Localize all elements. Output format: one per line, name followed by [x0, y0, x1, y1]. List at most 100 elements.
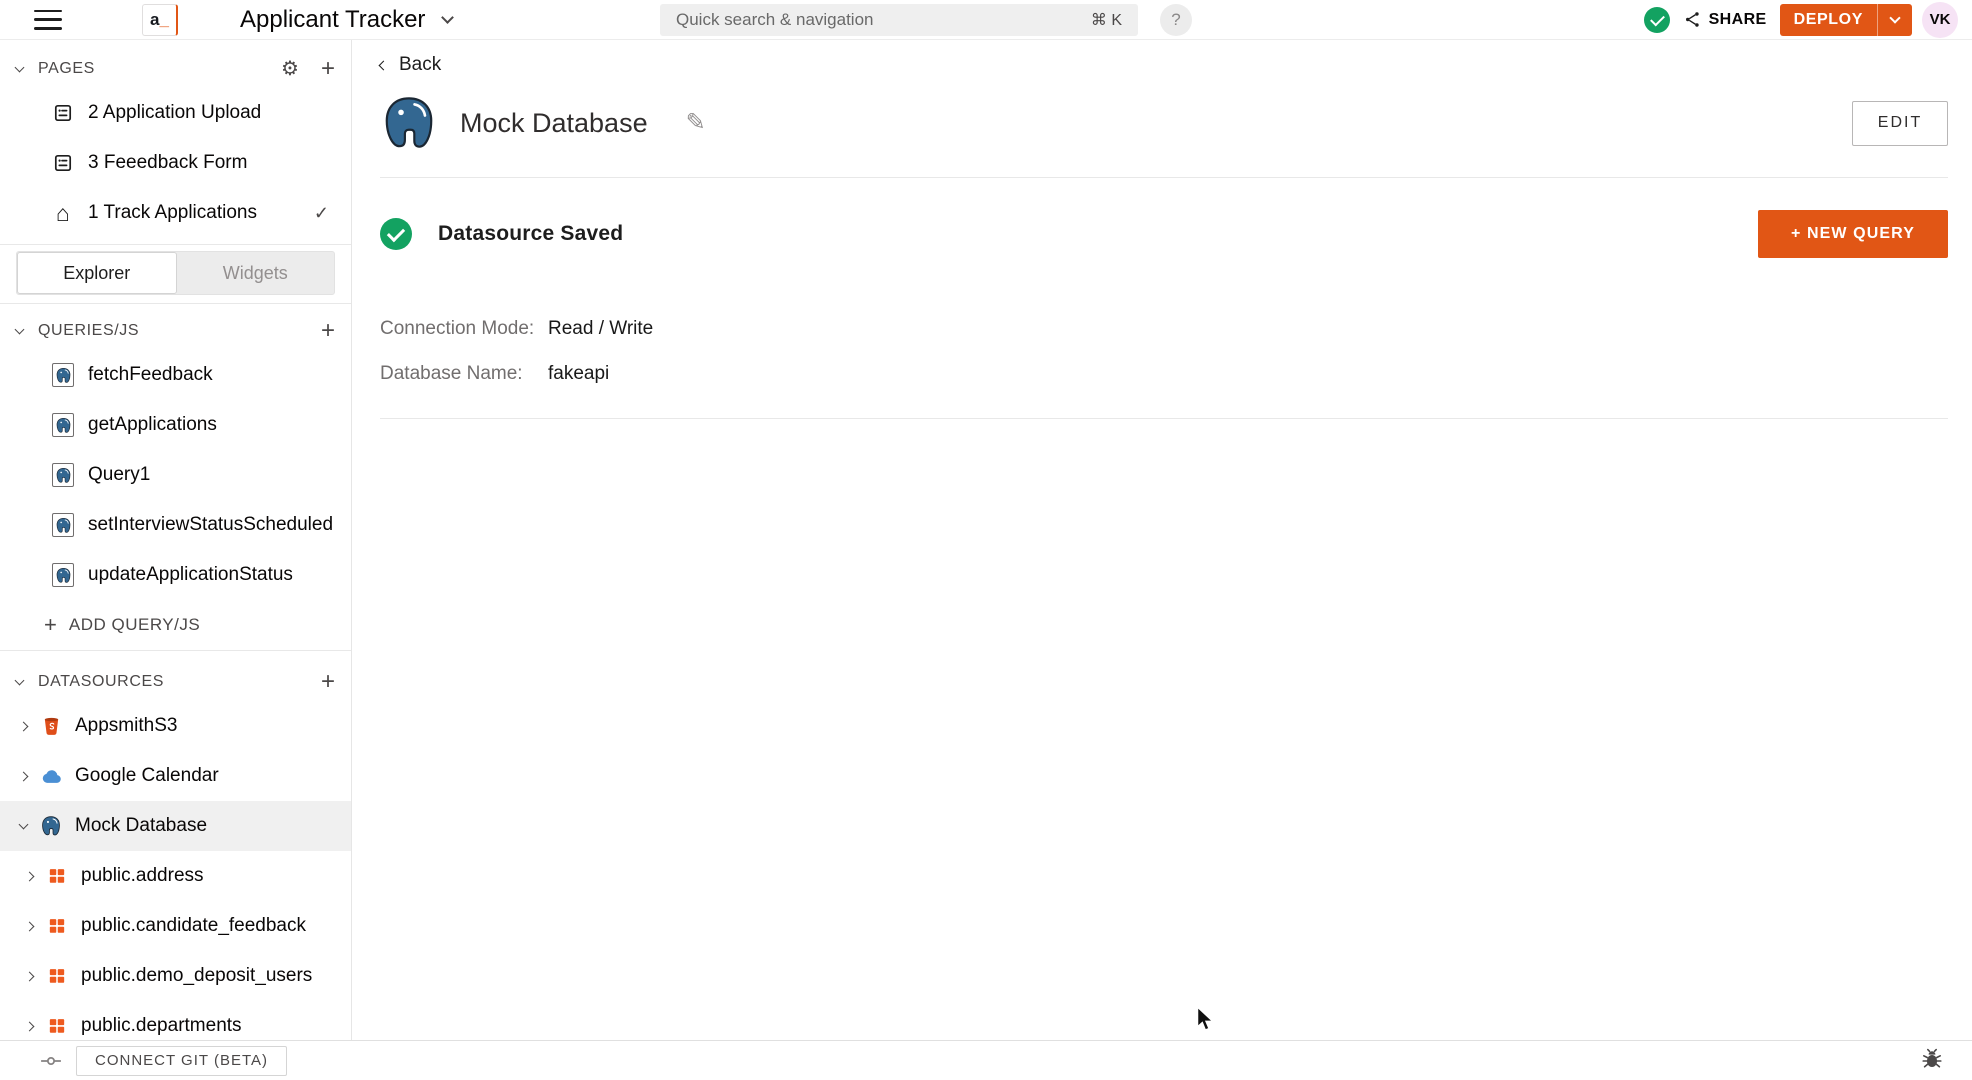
- query-item-Query1[interactable]: Query1: [0, 450, 351, 500]
- page-item-feedback-form[interactable]: 3 Feeedback Form: [0, 138, 351, 188]
- query-item-setInterviewStatusScheduled[interactable]: setInterviewStatusScheduled: [0, 500, 351, 550]
- debug-bug-icon[interactable]: [1920, 1047, 1944, 1074]
- status-row: Datasource Saved + NEW QUERY: [380, 210, 1948, 258]
- pages-settings-icon[interactable]: ⚙: [281, 59, 299, 79]
- queries-section-header[interactable]: QUERIES/JS +: [0, 312, 351, 350]
- chevron-right-icon[interactable]: [24, 971, 35, 981]
- user-avatar[interactable]: VK: [1922, 1, 1958, 38]
- tab-widgets[interactable]: Widgets: [177, 252, 335, 294]
- pages-section-header[interactable]: PAGES ⚙ +: [0, 50, 351, 88]
- logo-underscore: _: [159, 9, 169, 29]
- table-item-public-demo-deposit-users[interactable]: public.demo_deposit_users: [0, 951, 351, 1001]
- back-label: Back: [399, 54, 442, 75]
- add-datasource-icon[interactable]: +: [321, 668, 335, 696]
- deploy-label: DEPLOY: [1793, 10, 1863, 28]
- tab-widgets-label: Widgets: [222, 262, 288, 283]
- datasource-title: Mock Database: [460, 107, 648, 138]
- tab-explorer[interactable]: Explorer: [17, 252, 177, 294]
- chevron-right-icon[interactable]: [24, 921, 35, 931]
- datasource-item-label: AppsmithS3: [75, 715, 178, 736]
- table-item-label: public.departments: [81, 1015, 242, 1036]
- divider: [0, 244, 351, 245]
- query-item-label: fetchFeedback: [88, 364, 213, 385]
- postgres-query-icon: [52, 513, 74, 537]
- rename-pencil-icon[interactable]: ✎: [686, 111, 706, 135]
- datasource-detail-panel: Back Mock Database ✎ EDIT Datasource Sav…: [352, 40, 1972, 1040]
- datasource-item-mock-database[interactable]: Mock Database: [0, 801, 351, 851]
- deploy-button[interactable]: DEPLOY: [1779, 3, 1912, 36]
- chevron-right-icon[interactable]: [24, 871, 35, 881]
- app-title: Applicant Tracker: [240, 5, 426, 33]
- datasource-item-label: Google Calendar: [75, 765, 219, 786]
- postgres-query-icon: [52, 463, 74, 487]
- app-title-menu[interactable]: Applicant Tracker: [240, 5, 455, 34]
- share-button[interactable]: SHARE: [1683, 10, 1767, 29]
- bottom-bar: CONNECT GIT (BETA): [0, 1040, 1972, 1080]
- chevron-down-icon[interactable]: [18, 819, 29, 829]
- appsmith-logo[interactable]: a _: [142, 3, 178, 36]
- connection-mode-row: Connection Mode: Read / Write: [380, 318, 1948, 340]
- table-item-label: public.candidate_feedback: [81, 915, 307, 936]
- page-item-label: 2 Application Upload: [88, 102, 262, 123]
- page-item-label: 3 Feeedback Form: [88, 152, 248, 173]
- page-item-label: 1 Track Applications: [88, 202, 257, 223]
- table-item-public-address[interactable]: public.address: [0, 851, 351, 901]
- query-item-getApplications[interactable]: getApplications: [0, 400, 351, 450]
- cloud-icon: [40, 765, 62, 788]
- menu-icon-bar: [34, 9, 62, 13]
- tab-explorer-label: Explorer: [63, 262, 131, 283]
- logo-letter: a: [150, 9, 160, 29]
- table-icon: [46, 966, 68, 986]
- add-query-label: ADD QUERY/JS: [68, 615, 201, 634]
- chevron-right-icon[interactable]: [18, 721, 29, 731]
- datasource-item-appsmiths3[interactable]: AppsmithS3: [0, 701, 351, 751]
- datasources-section-header[interactable]: DATASOURCES +: [0, 663, 351, 701]
- datasource-saved-check-icon: [380, 218, 412, 250]
- chevron-down-icon: [1889, 11, 1901, 24]
- add-query-button[interactable]: + ADD QUERY/JS: [0, 600, 351, 650]
- datasources-header-label: DATASOURCES: [38, 673, 165, 690]
- explorer-widgets-tabs: Explorer Widgets: [16, 251, 335, 295]
- chevron-right-icon[interactable]: [24, 1021, 35, 1031]
- divider: [380, 418, 1948, 419]
- connection-mode-label: Connection Mode:: [380, 318, 535, 339]
- connect-git-button[interactable]: CONNECT GIT (BETA): [76, 1045, 288, 1076]
- table-icon: [46, 916, 68, 936]
- deploy-menu-chevron[interactable]: [1878, 11, 1912, 24]
- menu-icon[interactable]: [34, 9, 62, 30]
- home-icon: ⌂: [56, 199, 70, 226]
- table-item-public-departments[interactable]: public.departments: [0, 1001, 351, 1040]
- chevron-down-icon: [441, 11, 455, 24]
- table-item-public-candidate-feedback[interactable]: public.candidate_feedback: [0, 901, 351, 951]
- query-item-fetchFeedback[interactable]: fetchFeedback: [0, 350, 351, 400]
- page-item-application-upload[interactable]: 2 Application Upload: [0, 88, 351, 138]
- query-item-label: getApplications: [88, 414, 217, 435]
- add-query-icon[interactable]: +: [321, 317, 335, 345]
- add-page-icon[interactable]: +: [321, 55, 335, 83]
- current-page-check-icon: ✓: [313, 202, 329, 223]
- share-icon: [1684, 11, 1699, 28]
- help-button[interactable]: ?: [1160, 4, 1192, 36]
- content-area: PAGES ⚙ + 2 Application Upload 3 Feeedba…: [0, 40, 1972, 1040]
- query-item-updateApplicationStatus[interactable]: updateApplicationStatus: [0, 550, 351, 600]
- s3-icon: [40, 716, 62, 737]
- new-query-button[interactable]: + NEW QUERY: [1758, 210, 1948, 258]
- divider: [0, 303, 351, 304]
- database-name-value: fakeapi: [548, 363, 610, 384]
- chevron-right-icon[interactable]: [18, 771, 29, 781]
- database-name-row: Database Name: fakeapi: [380, 363, 1948, 385]
- search-bar[interactable]: Quick search & navigation ⌘ K: [660, 4, 1138, 36]
- postgres-logo: [385, 96, 433, 149]
- page-item-track-applications[interactable]: ⌂ 1 Track Applications ✓: [0, 188, 351, 238]
- divider: [380, 177, 1948, 178]
- postgres-query-icon: [52, 413, 74, 437]
- avatar-initials: VK: [1929, 11, 1951, 28]
- edit-button[interactable]: EDIT: [1852, 100, 1948, 146]
- table-icon: [46, 866, 68, 886]
- shortcut-hint: ⌘ K: [1090, 12, 1122, 29]
- top-bar: a _ Applicant Tracker Quick search & navi…: [0, 0, 1972, 40]
- datasource-item-google-calendar[interactable]: Google Calendar: [0, 751, 351, 801]
- back-link[interactable]: Back: [378, 54, 442, 76]
- topbar-right-cluster: SHARE DEPLOY VK: [1643, 1, 1958, 38]
- postgres-query-icon: [52, 563, 74, 587]
